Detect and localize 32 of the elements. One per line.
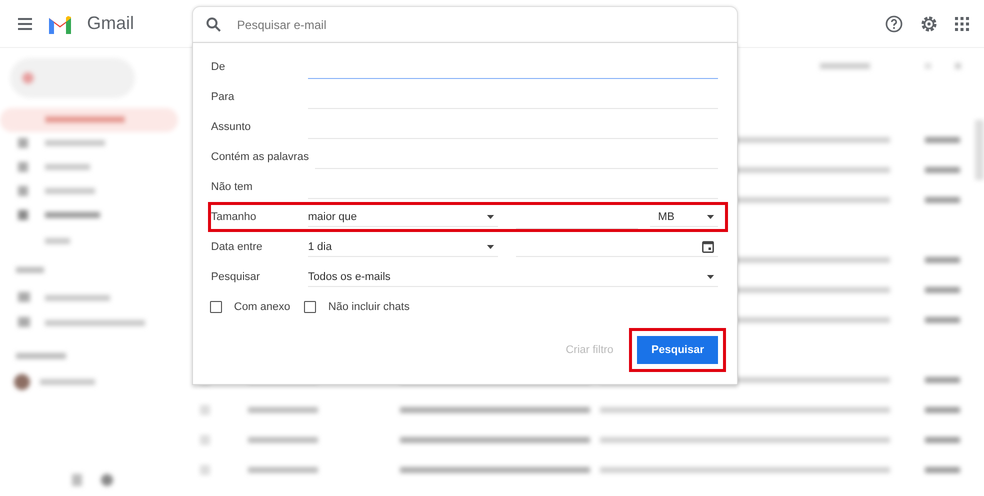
comparison-select[interactable]: maior que [308, 207, 498, 227]
caret-icon [487, 214, 494, 218]
unit-select[interactable]: MB [650, 207, 718, 227]
search-icon [206, 17, 222, 32]
envelope-logo-icon [47, 14, 73, 34]
checkbox-label: Não incluir chats [328, 301, 410, 313]
apps-grid-icon[interactable] [955, 16, 969, 30]
calendar-icon [702, 240, 714, 253]
help-icon[interactable] [885, 14, 903, 32]
caret-icon [707, 214, 714, 218]
checkbox-label: Com anexo [234, 301, 290, 313]
scrollbar[interactable] [975, 120, 984, 180]
menu-icon[interactable] [18, 18, 32, 30]
mailbox-select[interactable]: Todos os e-mails [308, 267, 718, 287]
field-label: Para [211, 91, 236, 103]
app-name: Gmail [87, 13, 134, 34]
field-label: Tamanho [211, 211, 258, 223]
field-label: Pesquisar [211, 271, 261, 283]
date-range-select[interactable]: 1 dia [308, 237, 498, 257]
checkbox[interactable] [210, 301, 222, 313]
field-label: Contém as palavras [211, 151, 309, 163]
field-label: Data entre [211, 241, 264, 253]
search-button[interactable]: Pesquisar [629, 328, 726, 372]
search-field[interactable]: Pesquisar e-mail [235, 16, 738, 32]
field-label: De [211, 61, 226, 73]
settings-icon[interactable] [920, 14, 938, 32]
field-label: Não tem [211, 181, 254, 193]
caret-icon [707, 274, 714, 278]
caret-icon [487, 244, 494, 248]
search-bar[interactable]: Pesquisar e-mail [192, 6, 738, 42]
field-label: Assunto [211, 121, 252, 133]
checkbox[interactable] [304, 301, 316, 313]
